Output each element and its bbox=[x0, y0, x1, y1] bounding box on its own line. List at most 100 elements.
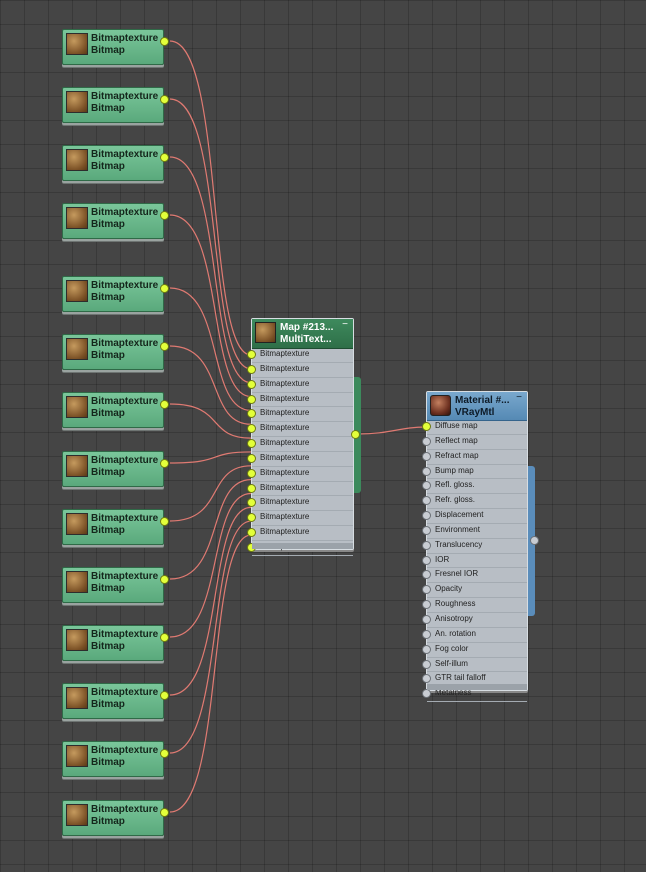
slot-input-socket[interactable] bbox=[422, 585, 431, 595]
bitmap-output-socket[interactable] bbox=[160, 749, 169, 758]
material-node-header[interactable]: Material #... VRayMtl − bbox=[427, 392, 527, 421]
slot-input-socket[interactable] bbox=[247, 468, 256, 478]
bitmap-output-socket[interactable] bbox=[160, 633, 169, 642]
material-slot[interactable]: Fog color bbox=[422, 643, 527, 658]
material-slot[interactable]: Self-illum bbox=[422, 658, 527, 673]
slot-input-socket[interactable] bbox=[247, 409, 256, 419]
minimize-icon[interactable]: − bbox=[515, 393, 523, 403]
bitmap-output-socket[interactable] bbox=[160, 517, 169, 526]
slot-input-socket[interactable] bbox=[247, 350, 256, 359]
material-slot[interactable]: Diffuse map bbox=[422, 420, 527, 435]
material-node[interactable]: Material #... VRayMtl − Diffuse map Refle… bbox=[422, 391, 539, 703]
bitmap-node[interactable]: Bitmaptexture Bitmap bbox=[62, 567, 169, 603]
multitexture-slot[interactable]: Bitmaptexture bbox=[247, 467, 353, 482]
material-slot[interactable]: Roughness bbox=[422, 598, 527, 613]
material-slot[interactable]: Translucency bbox=[422, 539, 527, 554]
material-slot[interactable]: Refl. gloss. bbox=[422, 479, 527, 495]
multitexture-slot[interactable]: Bitmaptexture bbox=[247, 422, 353, 438]
slot-input-socket[interactable] bbox=[422, 436, 431, 446]
bitmap-node[interactable]: Bitmaptexture Bitmap bbox=[62, 203, 169, 239]
slot-input-socket[interactable] bbox=[422, 466, 431, 476]
slot-input-socket[interactable] bbox=[422, 422, 431, 431]
bitmap-node[interactable]: Bitmaptexture Bitmap bbox=[62, 741, 169, 777]
bitmap-output-socket[interactable] bbox=[160, 342, 169, 351]
multitexture-slot[interactable]: Bitmaptexture bbox=[247, 482, 353, 497]
multitexture-slot[interactable]: Bitmaptexture bbox=[247, 496, 353, 512]
slot-input-socket[interactable] bbox=[247, 513, 256, 523]
slot-input-socket[interactable] bbox=[422, 674, 431, 684]
multitexture-slot[interactable]: Bitmaptexture bbox=[247, 526, 353, 541]
material-slot[interactable]: Opacity bbox=[422, 583, 527, 599]
multitexture-slot[interactable]: Bitmaptexture bbox=[247, 511, 353, 527]
bitmap-output-socket[interactable] bbox=[160, 153, 169, 162]
multitexture-slot[interactable]: Bitmaptexture bbox=[247, 393, 353, 408]
bitmap-output-socket[interactable] bbox=[160, 808, 169, 817]
multitexture-node[interactable]: Map #213... MultiText... − Bitmaptexture… bbox=[247, 318, 361, 556]
bitmap-node[interactable]: Bitmaptexture Bitmap bbox=[62, 145, 169, 181]
material-output-socket[interactable] bbox=[530, 536, 539, 545]
material-slot[interactable]: Refr. gloss. bbox=[422, 494, 527, 510]
material-slot[interactable]: IOR bbox=[422, 554, 527, 569]
bitmap-node[interactable]: Bitmaptexture Bitmap bbox=[62, 625, 169, 661]
slot-input-socket[interactable] bbox=[247, 528, 256, 538]
material-slot[interactable]: Refract map bbox=[422, 450, 527, 465]
multitexture-slot[interactable]: Bitmaptexture bbox=[247, 452, 353, 467]
slot-input-socket[interactable] bbox=[422, 496, 431, 506]
node-footer bbox=[252, 543, 353, 549]
material-slot[interactable]: Displacement bbox=[422, 509, 527, 524]
multitexture-slot[interactable]: Bitmaptexture bbox=[247, 437, 353, 452]
minimize-icon[interactable]: − bbox=[341, 320, 349, 330]
slot-input-socket[interactable] bbox=[422, 451, 431, 461]
material-slot[interactable]: Environment bbox=[422, 524, 527, 539]
multitexture-output-socket[interactable] bbox=[351, 430, 360, 439]
bitmap-output-socket[interactable] bbox=[160, 400, 169, 409]
slot-input-socket[interactable] bbox=[422, 629, 431, 639]
slot-input-socket[interactable] bbox=[247, 483, 256, 493]
slot-input-socket[interactable] bbox=[247, 439, 256, 449]
bitmap-node[interactable]: Bitmaptexture Bitmap bbox=[62, 392, 169, 428]
bitmap-output-socket[interactable] bbox=[160, 95, 169, 104]
material-slot[interactable]: Fresnel IOR bbox=[422, 568, 527, 584]
slot-input-socket[interactable] bbox=[247, 424, 256, 434]
bitmap-node[interactable]: Bitmaptexture Bitmap bbox=[62, 683, 169, 719]
slot-input-socket[interactable] bbox=[422, 570, 431, 580]
material-slot[interactable]: Reflect map bbox=[422, 435, 527, 450]
slot-input-socket[interactable] bbox=[422, 525, 431, 535]
multitexture-slot[interactable]: Bitmaptexture bbox=[247, 378, 353, 393]
bitmap-node[interactable]: Bitmaptexture Bitmap bbox=[62, 29, 169, 65]
multitexture-slot[interactable]: Bitmaptexture bbox=[247, 348, 353, 363]
bitmap-node[interactable]: Bitmaptexture Bitmap bbox=[62, 800, 169, 836]
slot-input-socket[interactable] bbox=[422, 481, 431, 491]
slot-input-socket[interactable] bbox=[422, 689, 431, 699]
slot-input-socket[interactable] bbox=[247, 364, 256, 374]
material-slot[interactable]: Anisotropy bbox=[422, 613, 527, 628]
slot-input-socket[interactable] bbox=[422, 644, 431, 654]
slot-input-socket[interactable] bbox=[422, 614, 431, 624]
multitexture-slot[interactable]: Bitmaptexture bbox=[247, 363, 353, 378]
slot-input-socket[interactable] bbox=[422, 600, 431, 610]
bitmap-output-socket[interactable] bbox=[160, 459, 169, 468]
bitmap-output-socket[interactable] bbox=[160, 37, 169, 46]
slot-input-socket[interactable] bbox=[422, 511, 431, 521]
slot-input-socket[interactable] bbox=[422, 540, 431, 550]
material-slot[interactable]: Bump map bbox=[422, 465, 527, 480]
bitmap-output-socket[interactable] bbox=[160, 211, 169, 220]
bitmap-output-socket[interactable] bbox=[160, 575, 169, 584]
slot-input-socket[interactable] bbox=[247, 453, 256, 463]
slot-input-socket[interactable] bbox=[247, 498, 256, 508]
connection-wire bbox=[169, 492, 252, 638]
bitmap-output-socket[interactable] bbox=[160, 691, 169, 700]
bitmap-node[interactable]: Bitmaptexture Bitmap bbox=[62, 509, 169, 545]
bitmap-node[interactable]: Bitmaptexture Bitmap bbox=[62, 451, 169, 487]
bitmap-node[interactable]: Bitmaptexture Bitmap bbox=[62, 276, 169, 312]
multitexture-node-header[interactable]: Map #213... MultiText... − bbox=[252, 319, 353, 349]
multitexture-slot[interactable]: Bitmaptexture bbox=[247, 407, 353, 423]
bitmap-node[interactable]: Bitmaptexture Bitmap bbox=[62, 87, 169, 123]
slot-input-socket[interactable] bbox=[247, 379, 256, 389]
slot-input-socket[interactable] bbox=[422, 555, 431, 565]
slot-input-socket[interactable] bbox=[247, 394, 256, 404]
bitmap-output-socket[interactable] bbox=[160, 284, 169, 293]
slot-input-socket[interactable] bbox=[422, 659, 431, 669]
bitmap-node[interactable]: Bitmaptexture Bitmap bbox=[62, 334, 169, 370]
material-slot[interactable]: An. rotation bbox=[422, 628, 527, 643]
